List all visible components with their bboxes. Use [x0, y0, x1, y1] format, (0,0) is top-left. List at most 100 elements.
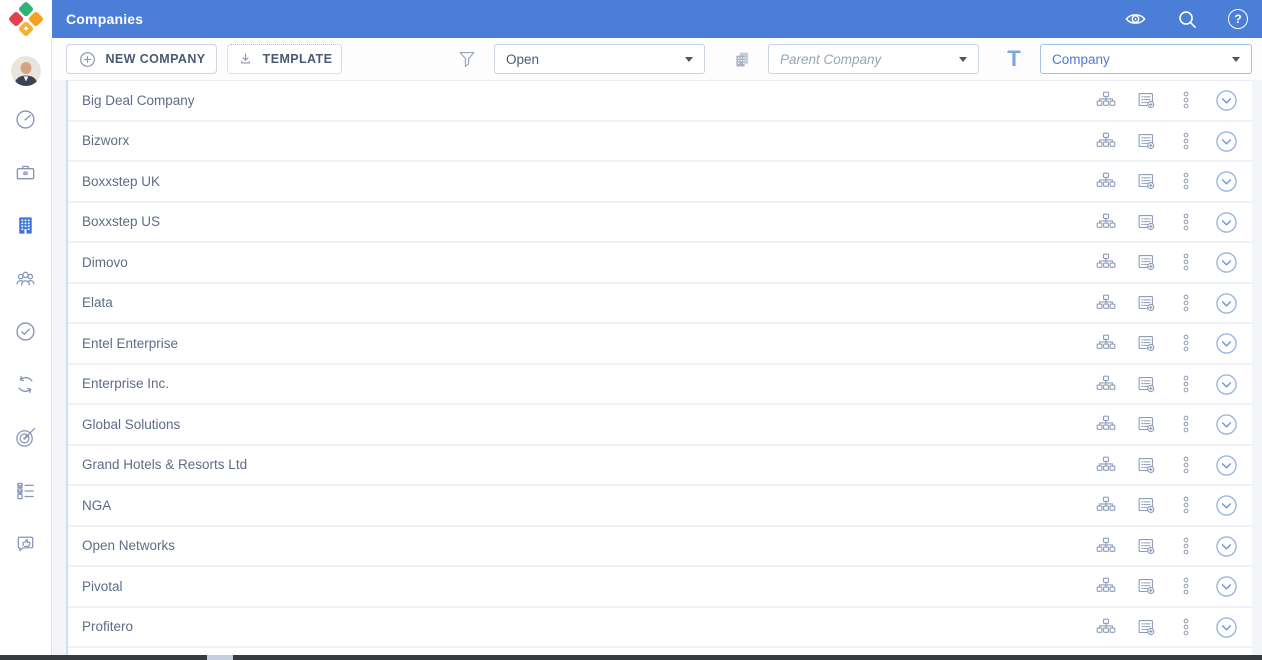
sidebar-item-contacts[interactable]: [14, 267, 37, 290]
sidebar-item-goals[interactable]: [14, 426, 37, 449]
company-row[interactable]: Elata: [68, 283, 1252, 324]
sidebar-item-companies[interactable]: [14, 214, 37, 237]
search-icon[interactable]: [1177, 9, 1198, 30]
sort-field-select[interactable]: Company: [1040, 44, 1252, 74]
new-company-button[interactable]: NEW COMPANY: [66, 44, 217, 74]
more-options-icon[interactable]: [1175, 89, 1197, 111]
more-options-icon[interactable]: [1175, 292, 1197, 314]
company-name[interactable]: Grand Hotels & Resorts Ltd: [82, 457, 1095, 472]
notes-add-icon[interactable]: [1135, 332, 1157, 354]
org-chart-icon[interactable]: [1095, 373, 1117, 395]
company-name[interactable]: Profitero: [82, 619, 1095, 634]
sidebar-item-sync[interactable]: [14, 373, 37, 396]
notes-add-icon[interactable]: [1135, 535, 1157, 557]
company-name[interactable]: Entel Enterprise: [82, 336, 1095, 351]
text-sort-icon[interactable]: T: [1004, 44, 1024, 74]
user-avatar[interactable]: [10, 56, 41, 86]
notes-add-icon[interactable]: [1135, 575, 1157, 597]
company-row[interactable]: Global Solutions: [68, 405, 1252, 446]
company-name[interactable]: Bizworx: [82, 133, 1095, 148]
app-logo[interactable]: [0, 0, 52, 38]
notes-add-icon[interactable]: [1135, 130, 1157, 152]
org-chart-icon[interactable]: [1095, 454, 1117, 476]
org-chart-icon[interactable]: [1095, 130, 1117, 152]
sidebar-item-engagements[interactable]: [14, 161, 37, 184]
expand-chevron-icon[interactable]: [1215, 292, 1237, 314]
more-options-icon[interactable]: [1175, 413, 1197, 435]
company-name[interactable]: Boxxstep UK: [82, 174, 1095, 189]
expand-chevron-icon[interactable]: [1215, 251, 1237, 274]
company-name[interactable]: Elata: [82, 295, 1095, 310]
sidebar-item-dashboard[interactable]: [14, 108, 37, 131]
more-options-icon[interactable]: [1175, 251, 1197, 273]
org-chart-icon[interactable]: [1095, 251, 1117, 273]
notes-add-icon[interactable]: [1135, 89, 1157, 111]
company-name[interactable]: Pivotal: [82, 579, 1095, 594]
company-name[interactable]: Boxxstep US: [82, 214, 1095, 229]
notes-add-icon[interactable]: [1135, 494, 1157, 516]
template-button[interactable]: TEMPLATE: [227, 44, 342, 74]
notes-add-icon[interactable]: [1135, 170, 1157, 192]
org-chart-icon[interactable]: [1095, 89, 1117, 111]
more-options-icon[interactable]: [1175, 130, 1197, 152]
more-options-icon[interactable]: [1175, 494, 1197, 516]
more-options-icon[interactable]: [1175, 170, 1197, 192]
more-options-icon[interactable]: [1175, 454, 1197, 476]
notes-add-icon[interactable]: [1135, 211, 1157, 233]
company-name[interactable]: Dimovo: [82, 255, 1095, 270]
more-options-icon[interactable]: [1175, 575, 1197, 597]
more-options-icon[interactable]: [1175, 616, 1197, 638]
expand-chevron-icon[interactable]: [1215, 211, 1237, 233]
company-name[interactable]: NGA: [82, 498, 1095, 513]
parent-company-select[interactable]: Parent Company: [768, 44, 979, 74]
company-row[interactable]: Dimovo: [68, 243, 1252, 284]
sidebar-item-checklists[interactable]: [14, 479, 37, 502]
notes-add-icon[interactable]: [1135, 454, 1157, 476]
expand-chevron-icon[interactable]: [1215, 413, 1237, 436]
notes-add-icon[interactable]: [1135, 251, 1157, 273]
expand-chevron-icon[interactable]: [1215, 332, 1237, 355]
org-chart-icon[interactable]: [1095, 332, 1117, 354]
org-chart-icon[interactable]: [1095, 211, 1117, 233]
expand-chevron-icon[interactable]: [1215, 535, 1237, 557]
eye-icon[interactable]: [1124, 10, 1147, 28]
company-name[interactable]: Big Deal Company: [82, 93, 1095, 108]
notes-add-icon[interactable]: [1135, 292, 1157, 314]
expand-chevron-icon[interactable]: [1215, 454, 1237, 476]
expand-chevron-icon[interactable]: [1215, 373, 1237, 395]
company-row[interactable]: Open Networks: [68, 526, 1252, 567]
org-chart-icon[interactable]: [1095, 292, 1117, 314]
sidebar-item-actions[interactable]: [14, 320, 37, 343]
sidebar-item-feedback[interactable]: [14, 532, 37, 555]
org-chart-icon[interactable]: [1095, 413, 1117, 435]
company-row[interactable]: NGA: [68, 486, 1252, 527]
more-options-icon[interactable]: [1175, 332, 1197, 354]
expand-chevron-icon[interactable]: [1215, 170, 1237, 193]
org-chart-icon[interactable]: [1095, 616, 1117, 638]
expand-chevron-icon[interactable]: [1215, 616, 1237, 638]
company-row[interactable]: Enterprise Inc.: [68, 364, 1252, 405]
notes-add-icon[interactable]: [1135, 413, 1157, 435]
company-row[interactable]: Boxxstep US: [68, 202, 1252, 243]
company-row[interactable]: Big Deal Company: [68, 81, 1252, 122]
org-chart-icon[interactable]: [1095, 170, 1117, 192]
notes-add-icon[interactable]: [1135, 373, 1157, 395]
expand-chevron-icon[interactable]: [1215, 575, 1237, 598]
company-row[interactable]: Profitero: [68, 607, 1252, 648]
status-filter-select[interactable]: Open: [494, 44, 705, 74]
company-row[interactable]: Grand Hotels & Resorts Ltd: [68, 445, 1252, 486]
expand-chevron-icon[interactable]: [1215, 89, 1237, 112]
org-chart-icon[interactable]: [1095, 535, 1117, 557]
org-chart-icon[interactable]: [1095, 575, 1117, 597]
more-options-icon[interactable]: [1175, 535, 1197, 557]
expand-chevron-icon[interactable]: [1215, 494, 1237, 517]
company-name[interactable]: Enterprise Inc.: [82, 376, 1095, 391]
expand-chevron-icon[interactable]: [1215, 130, 1237, 152]
company-row[interactable]: Bizworx: [68, 121, 1252, 162]
company-name[interactable]: Global Solutions: [82, 417, 1095, 432]
company-row[interactable]: Pivotal: [68, 567, 1252, 608]
help-icon[interactable]: ?: [1228, 9, 1248, 29]
org-chart-icon[interactable]: [1095, 494, 1117, 516]
more-options-icon[interactable]: [1175, 373, 1197, 395]
company-name[interactable]: Open Networks: [82, 538, 1095, 553]
